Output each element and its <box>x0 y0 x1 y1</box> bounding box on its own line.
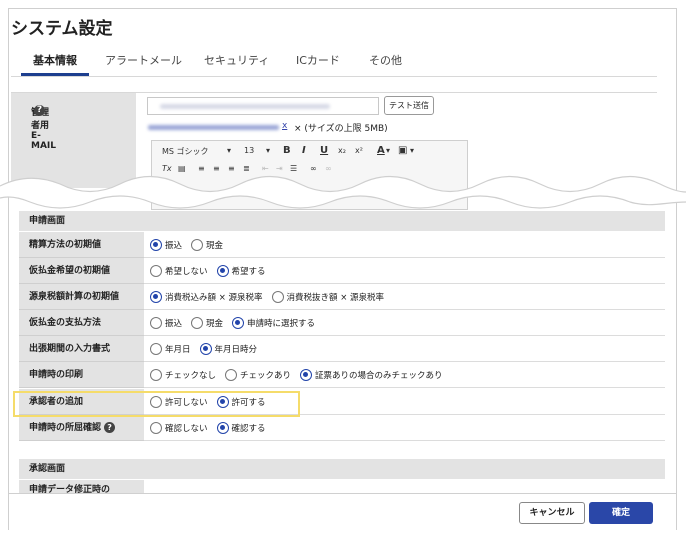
radio-option[interactable]: 申請時に選択する <box>232 317 315 329</box>
radio-option[interactable]: 証票ありの場合のみチェックあり <box>300 369 443 381</box>
radio-option[interactable]: 年月日時分 <box>199 343 257 355</box>
tab-basic-info[interactable]: 基本情報 <box>21 50 89 76</box>
row-affiliation-check: 申請時の所屈確認? 確認しない 確認する <box>19 415 665 441</box>
row-label: 申請時の所屈確認 <box>29 423 102 433</box>
row-label: 源泉税額計算の初期値 <box>19 284 144 310</box>
chevron-down-icon[interactable]: ▾ <box>386 146 390 155</box>
tab-alert-mail[interactable]: アラートメール <box>105 50 182 76</box>
chevron-down-icon[interactable]: ▾ <box>266 146 270 155</box>
row-label: 出張期間の入力書式 <box>19 336 144 362</box>
section-break-wave <box>0 175 686 209</box>
admin-email-input[interactable] <box>147 97 379 115</box>
radio-option[interactable]: 希望しない <box>150 265 208 277</box>
radio-option[interactable]: 振込 <box>150 239 182 251</box>
highlight-box <box>13 391 300 417</box>
row-label: 精算方法の初期値 <box>19 232 144 258</box>
attachment-remove-link[interactable]: x <box>282 121 287 131</box>
radio-option[interactable]: 消費税込み額 × 源泉税率 <box>150 291 263 303</box>
radio-option[interactable]: チェックあり <box>225 369 291 381</box>
tab-ic-card[interactable]: ICカード <box>296 50 340 76</box>
radio-option[interactable]: 確認しない <box>150 422 208 434</box>
section-header-approval: 承認画面 <box>19 459 665 479</box>
row-print-on-apply: 申請時の印刷 チェックなし チェックあり 証票ありの場合のみチェックあり <box>19 362 665 388</box>
test-send-button[interactable]: テスト送信 <box>384 96 434 115</box>
chevron-down-icon[interactable]: ▾ <box>410 146 414 155</box>
subscript-button[interactable]: x₂ <box>338 146 346 155</box>
page-title: システム設定 <box>11 19 113 39</box>
section-header-application: 申請画面 <box>19 211 665 231</box>
attachment-size-note: × (サイズの上限 5MB) <box>294 124 388 134</box>
bold-button[interactable]: B <box>283 145 291 156</box>
radio-option[interactable]: 確認する <box>216 422 266 434</box>
row-advance-request-default: 仮払金希望の初期値 希望しない 希望する <box>19 258 665 284</box>
bg-color-button[interactable]: ▣ <box>398 145 407 156</box>
row-label: 仮払金の支払方法 <box>19 310 144 336</box>
size-select[interactable]: 13 <box>244 146 254 155</box>
tab-security[interactable]: セキュリティ <box>204 50 269 76</box>
chevron-down-icon[interactable]: ▾ <box>227 146 231 155</box>
row-withholding-tax-default: 源泉税額計算の初期値 消費税込み額 × 源泉税率 消費税抜き額 × 源泉税率 <box>19 284 665 310</box>
radio-option[interactable]: 希望する <box>216 265 266 277</box>
row-label: 申請時の印刷 <box>19 362 144 388</box>
radio-option[interactable]: 振込 <box>150 317 182 329</box>
radio-option[interactable]: 消費税抜き額 × 源泉税率 <box>271 291 384 303</box>
attachment-filename-redacted <box>148 125 279 130</box>
font-select[interactable]: MS ゴシック <box>162 146 209 157</box>
text-color-button[interactable]: A <box>377 145 385 156</box>
help-icon[interactable]: ? <box>104 422 116 433</box>
cancel-button[interactable]: キャンセル <box>519 502 585 524</box>
footer-bar: キャンセル 確定 <box>9 493 676 530</box>
tab-bar: 基本情報 アラートメール セキュリティ ICカード その他 <box>11 50 657 77</box>
superscript-button[interactable]: x² <box>355 146 363 155</box>
radio-option[interactable]: 現金 <box>191 239 223 251</box>
radio-option[interactable]: 現金 <box>191 317 223 329</box>
help-icon[interactable]: ? <box>34 105 45 116</box>
italic-button[interactable]: I <box>302 145 306 156</box>
row-settlement-default: 精算方法の初期値 振込 現金 <box>19 232 665 258</box>
radio-option[interactable]: 年月日 <box>150 343 191 355</box>
confirm-button[interactable]: 確定 <box>589 502 653 524</box>
row-trip-period-format: 出張期間の入力書式 年月日 年月日時分 <box>19 336 665 362</box>
tab-other[interactable]: その他 <box>369 50 402 76</box>
underline-button[interactable]: U <box>320 145 328 156</box>
row-label-cell: 申請時の所屈確認? <box>19 415 144 441</box>
row-advance-payment-method: 仮払金の支払方法 振込 現金 申請時に選択する <box>19 310 665 336</box>
row-label: 仮払金希望の初期値 <box>19 258 144 284</box>
radio-option[interactable]: チェックなし <box>150 369 216 381</box>
redacted-text <box>160 104 330 109</box>
